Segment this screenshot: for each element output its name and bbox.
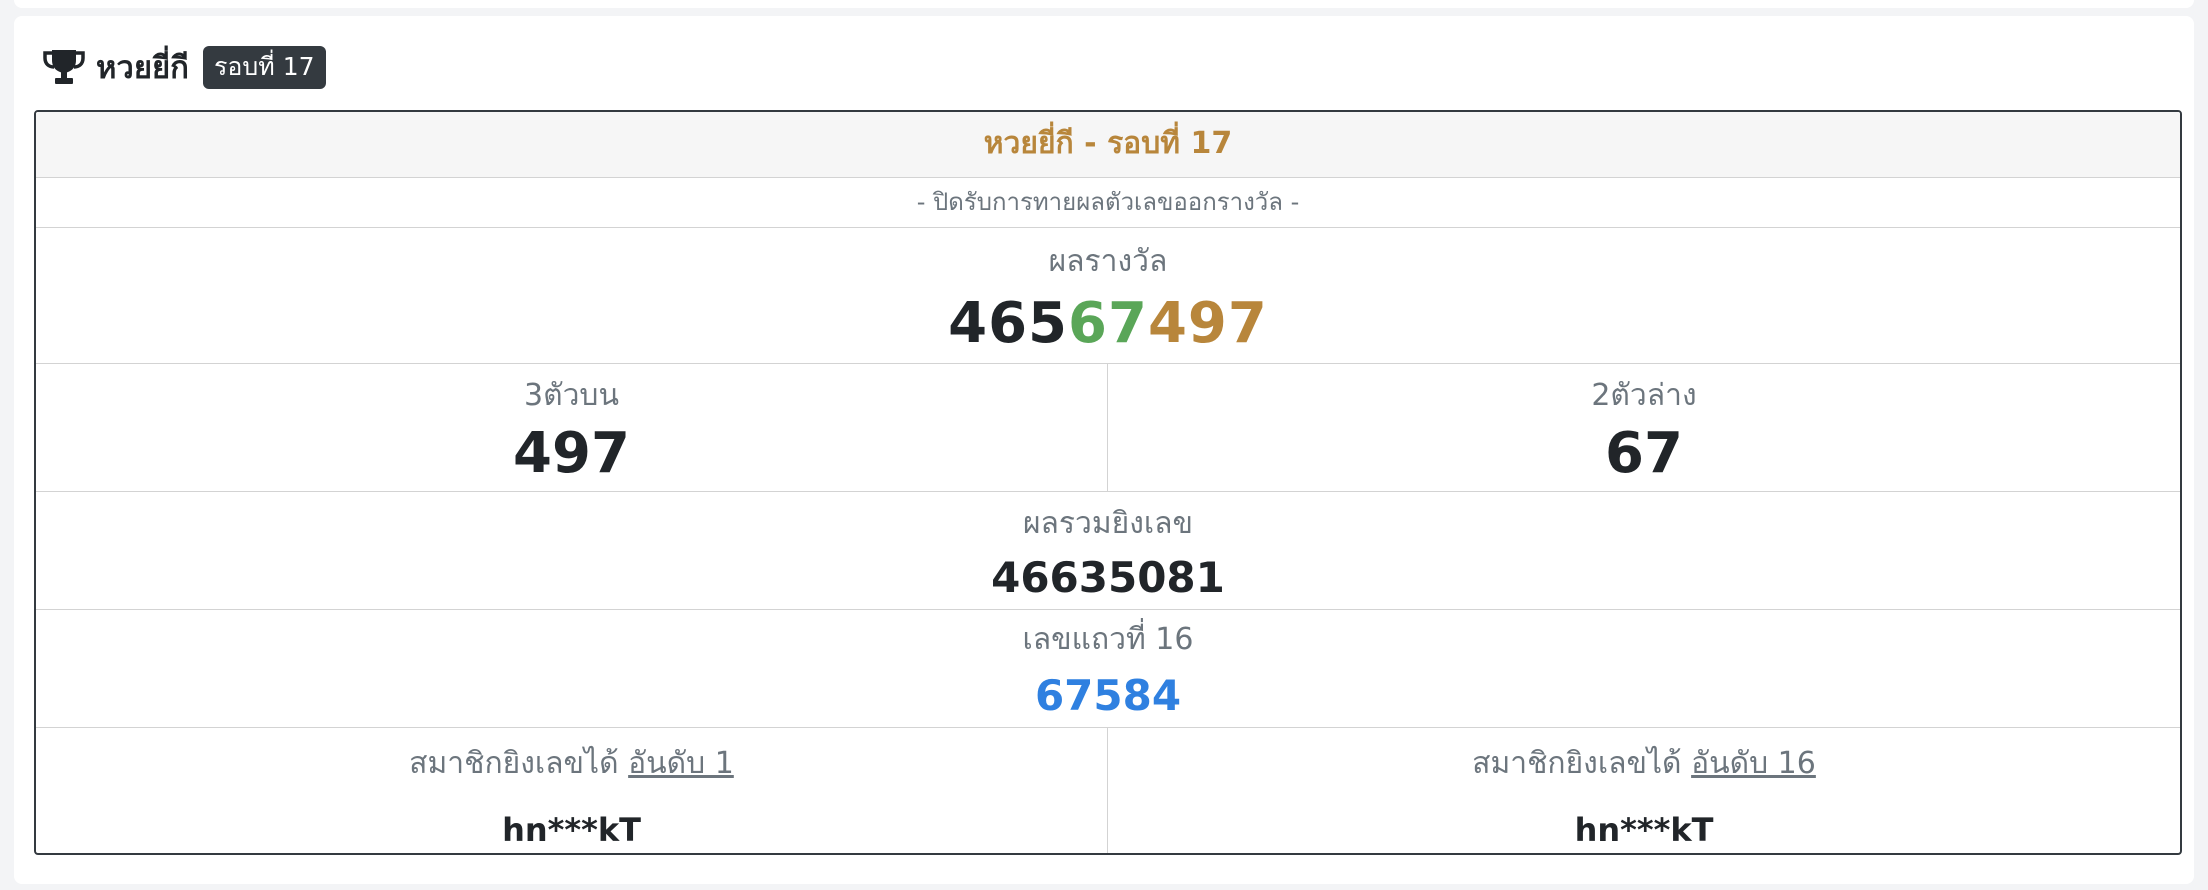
result-title-row: หวยยี่กี - รอบที่ 17 bbox=[36, 112, 2180, 178]
member-name-2: hn***kT bbox=[1574, 811, 1714, 849]
result-table: หวยยี่กี - รอบที่ 17 - ปิดรับการทายผลตัว… bbox=[34, 110, 2182, 855]
line-row: เลขแถวที่ 16 67584 bbox=[36, 610, 2180, 728]
member-name-1: hn***kT bbox=[502, 811, 641, 849]
prize-number: 46567497 bbox=[36, 291, 2180, 356]
round-badge: รอบที่ 17 bbox=[202, 45, 326, 89]
member-label-2: สมาชิกยิงเลขได้ อันดับ 16 bbox=[1108, 740, 2180, 787]
result-title: หวยยี่กี - รอบที่ 17 bbox=[983, 126, 1233, 161]
trophy-icon bbox=[43, 50, 85, 84]
member-label-1: สมาชิกยิงเลขได้ อันดับ 1 bbox=[36, 740, 1107, 787]
prize-row: ผลรางวัล 46567497 bbox=[36, 228, 2180, 364]
two-bottom-cell: 2ตัวล่าง 67 bbox=[1108, 364, 2180, 491]
line-label: เลขแถวที่ 16 bbox=[1022, 622, 1194, 657]
members-row: สมาชิกยิงเลขได้ อันดับ 1 hn***kT สมาชิกย… bbox=[36, 728, 2180, 853]
three-top-cell: 3ตัวบน 497 bbox=[36, 364, 1108, 491]
prize-number-part-3: 497 bbox=[1147, 291, 1268, 356]
member-label-text-2: สมาชิกยิงเลขได้ bbox=[1472, 746, 1682, 781]
status-row: - ปิดรับการทายผลตัวเลขออกรางวัล - bbox=[36, 178, 2180, 228]
header-title: หวยยี่กี bbox=[96, 50, 189, 86]
sum-row: ผลรวมยิงเลข 46635081 bbox=[36, 492, 2180, 610]
two-bottom-label: 2ตัวล่าง bbox=[1591, 378, 1697, 413]
rank-link-1[interactable]: อันดับ 1 bbox=[628, 746, 734, 781]
three-top-value: 497 bbox=[513, 421, 630, 486]
prize-number-part-1: 465 bbox=[948, 291, 1069, 356]
sum-value: 46635081 bbox=[991, 553, 1225, 602]
two-bottom-value: 67 bbox=[1605, 421, 1683, 486]
rank-link-2[interactable]: อันดับ 16 bbox=[1691, 746, 1816, 781]
member-cell-1: สมาชิกยิงเลขได้ อันดับ 1 hn***kT bbox=[36, 728, 1108, 853]
sum-label: ผลรวมยิงเลข bbox=[1022, 506, 1194, 541]
member-label-text-1: สมาชิกยิงเลขได้ bbox=[409, 746, 619, 781]
three-top-label: 3ตัวบน bbox=[524, 378, 619, 413]
prize-number-part-2: 67 bbox=[1068, 291, 1148, 356]
status-text: - ปิดรับการทายผลตัวเลขออกรางวัล - bbox=[916, 188, 1300, 216]
previous-card-edge bbox=[14, 0, 2194, 8]
card-header: หวยยี่กี รอบที่ 17 bbox=[42, 44, 326, 90]
prize-label: ผลรางวัล bbox=[1048, 244, 1168, 279]
split-results-row: 3ตัวบน 497 2ตัวล่าง 67 bbox=[36, 364, 2180, 492]
member-cell-2: สมาชิกยิงเลขได้ อันดับ 16 hn***kT bbox=[1108, 728, 2180, 853]
line-value: 67584 bbox=[1034, 671, 1182, 720]
